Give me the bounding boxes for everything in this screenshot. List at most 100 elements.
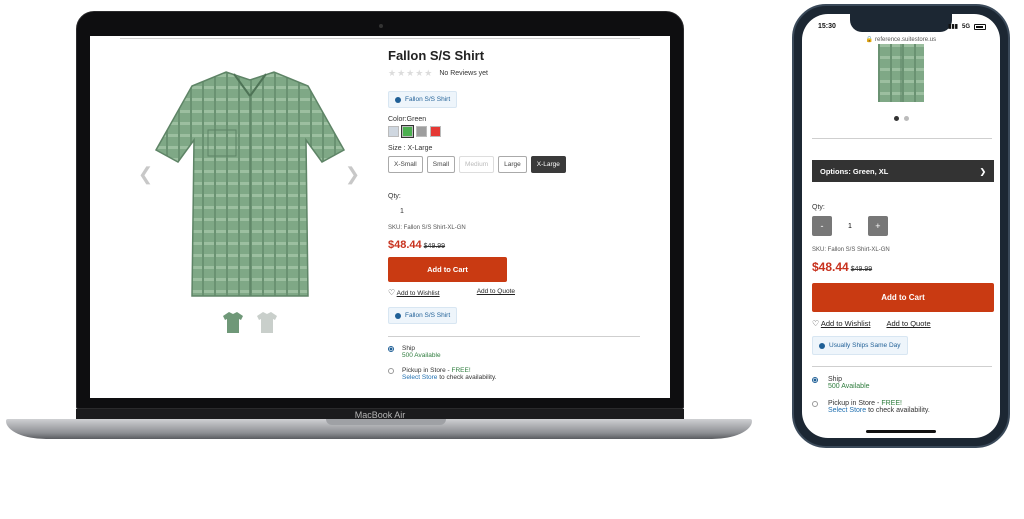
url-text: reference.suitestore.us: [875, 37, 937, 43]
carousel-dot-active[interactable]: [894, 116, 899, 121]
color-swatch-3[interactable]: [430, 126, 441, 137]
options-button[interactable]: Options: Green, XL ❯: [812, 160, 994, 182]
qty-label: Qty:: [388, 193, 401, 200]
size-label: Size : X-Large: [388, 145, 433, 152]
laptop-hinge: [326, 419, 446, 425]
header-divider: [120, 38, 640, 39]
original-price: $49.99: [423, 243, 446, 250]
badge-label: Fallon S/S Shirt: [405, 96, 451, 103]
sale-price: $48.44: [388, 239, 422, 251]
pickup-free: FREE!: [881, 400, 902, 407]
add-to-cart-button[interactable]: Add to Cart: [812, 283, 994, 312]
qty-input[interactable]: 1: [400, 208, 658, 215]
signal-icon: ▮▮▮: [948, 24, 958, 30]
sku-text: SKU: Fallon S/S Shirt-XL-GN: [388, 225, 466, 231]
ship-availability: 500 Available: [828, 383, 870, 390]
size-option-x-small[interactable]: X-Small: [388, 156, 423, 173]
network-label: 5G: [961, 23, 970, 30]
increment-button[interactable]: +: [867, 216, 888, 236]
size-option-x-large[interactable]: X-Large: [530, 156, 566, 173]
color-swatch-0[interactable]: [388, 126, 399, 137]
color-swatch-2[interactable]: [416, 126, 427, 137]
info-icon: [395, 96, 401, 103]
status-time: 15:30: [818, 23, 836, 30]
chevron-right-icon: ❯: [979, 166, 986, 176]
phone-notch: [850, 14, 952, 32]
mobile-product-page: 15:30 ▮▮▮ 5G 🔒 reference.suitestore.us O…: [802, 14, 1000, 438]
phone: 15:30 ▮▮▮ 5G 🔒 reference.suitestore.us O…: [792, 4, 1010, 448]
ship-title: Ship: [402, 345, 416, 352]
original-price: $49.99: [850, 266, 873, 273]
qty-label: Qty:: [812, 204, 825, 211]
qty-value[interactable]: 1: [848, 223, 852, 230]
product-title: Fallon S/S Shirt: [388, 48, 485, 63]
camera: [379, 24, 383, 28]
sale-price: $48.44: [812, 260, 849, 274]
select-store-link[interactable]: Select Store: [402, 374, 437, 381]
thumbnail-front[interactable]: [222, 310, 244, 334]
ship-radio[interactable]: [812, 377, 818, 383]
select-store-suffix: to check availability.: [866, 407, 930, 414]
ship-option[interactable]: Ship 500 Available: [812, 376, 870, 390]
price-row: $48.44 $49.99: [388, 239, 658, 251]
secondary-actions: ♡ Add to Wishlist Add to Quote: [812, 319, 931, 328]
select-store-suffix: to check availability.: [437, 374, 497, 381]
star-rating-icon: ★★★★★: [388, 68, 434, 78]
options-label: Options: Green, XL: [820, 166, 889, 176]
heart-icon: ♡: [812, 319, 820, 328]
size-option-medium[interactable]: Medium: [459, 156, 495, 173]
decrement-button[interactable]: -: [812, 216, 832, 236]
color-swatches: [388, 125, 658, 138]
home-indicator: [866, 430, 936, 433]
color-label: Color:Green: [388, 116, 427, 123]
pickup-option[interactable]: Pickup in Store - FREE! Select Store to c…: [812, 400, 930, 414]
pickup-radio[interactable]: [812, 401, 818, 407]
status-icons: ▮▮▮ 5G: [948, 23, 986, 30]
wishlist-label: Add to Wishlist: [820, 319, 871, 328]
price-row: $48.44 $49.99: [812, 260, 872, 274]
heart-icon: ♡: [388, 288, 396, 297]
add-to-quote-link[interactable]: Add to Quote: [886, 319, 930, 328]
select-store-link[interactable]: Select Store: [828, 407, 866, 414]
badge-label: Fallon S/S Shirt: [405, 312, 451, 319]
shipping-badge-label: Usually Ships Same Day: [829, 342, 901, 349]
add-to-wishlist-link[interactable]: ♡ Add to Wishlist: [812, 319, 870, 328]
add-to-wishlist-link[interactable]: ♡ Add to Wishlist: [388, 288, 440, 297]
divider: [812, 366, 992, 367]
info-icon: [395, 312, 401, 319]
quantity-stepper: - 1 +: [812, 216, 888, 236]
shipping-badge: Usually Ships Same Day: [812, 336, 908, 355]
mobile-product-image: [878, 44, 924, 102]
product-badge-secondary: Fallon S/S Shirt: [388, 307, 458, 324]
add-to-quote-link[interactable]: Add to Quote: [477, 288, 515, 297]
pickup-option[interactable]: Pickup in Store - FREE! Select Store to c…: [388, 367, 658, 381]
pickup-title: Pickup in Store -: [402, 367, 452, 374]
laptop-base: [6, 419, 752, 439]
color-swatch-1[interactable]: [401, 125, 414, 138]
secondary-actions: ♡ Add to Wishlist Add to Quote: [388, 288, 515, 297]
ship-title: Ship: [828, 376, 843, 383]
carousel-dots: [894, 116, 909, 121]
address-bar[interactable]: 🔒 reference.suitestore.us: [802, 36, 1000, 43]
carousel-dot[interactable]: [904, 116, 909, 121]
thumbnail-strip: [222, 310, 278, 334]
ship-radio[interactable]: [388, 346, 394, 352]
size-option-small[interactable]: Small: [426, 156, 456, 173]
product-info: Fallon S/S Shirt ★★★★★ No Reviews yet Fa…: [388, 48, 658, 381]
device-mockup: ❮ ❯ Fallon S/S Shirt ★★★★★ No Reviews ye…: [0, 0, 1024, 519]
product-image: [154, 71, 346, 297]
size-option-large[interactable]: Large: [498, 156, 527, 173]
desktop-product-page: ❮ ❯ Fallon S/S Shirt ★★★★★ No Reviews ye…: [90, 36, 670, 398]
pickup-free: FREE!: [451, 367, 471, 374]
size-options: X-Small Small Medium Large X-Large: [388, 156, 658, 173]
info-icon: [819, 342, 825, 349]
product-badge: Fallon S/S Shirt: [388, 91, 458, 108]
ship-option[interactable]: Ship 500 Available: [388, 345, 658, 359]
rating-row: ★★★★★ No Reviews yet: [388, 68, 658, 79]
thumbnail-back[interactable]: [256, 310, 278, 334]
divider: [812, 138, 992, 139]
add-to-cart-button[interactable]: Add to Cart: [388, 257, 507, 282]
laptop: ❮ ❯ Fallon S/S Shirt ★★★★★ No Reviews ye…: [76, 11, 684, 409]
pickup-title: Pickup in Store -: [828, 400, 882, 407]
pickup-radio[interactable]: [388, 368, 394, 374]
